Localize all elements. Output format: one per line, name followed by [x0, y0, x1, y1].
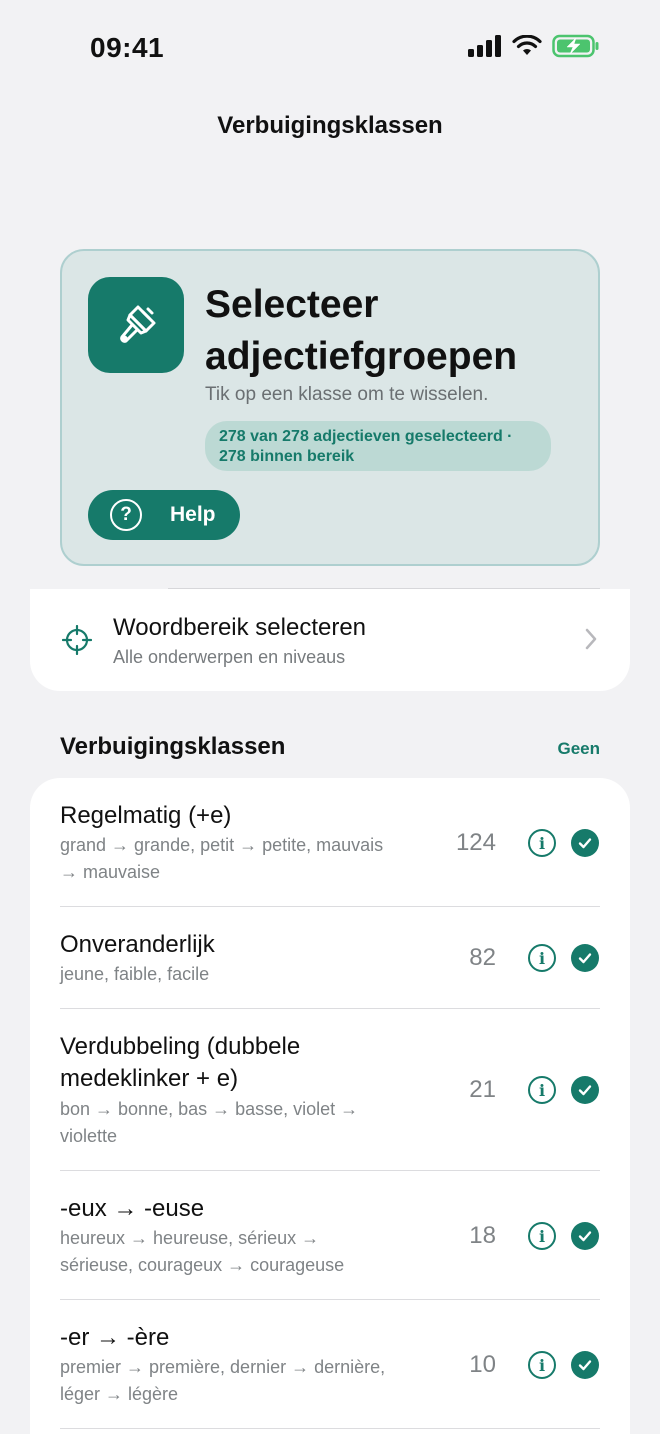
crosshair-icon	[62, 625, 92, 655]
class-count: 124	[455, 829, 496, 856]
class-title: -eux → -euse	[60, 1195, 205, 1222]
help-button[interactable]: ? Help	[88, 490, 240, 540]
class-examples: jeune, faible, facile	[60, 964, 210, 984]
class-count: 21	[469, 1076, 496, 1103]
battery-charging-icon	[552, 34, 599, 58]
class-examples: bon → bonne, bas → basse, violet → viole…	[60, 1099, 359, 1146]
hero-subtitle: Tik op een klasse om te wisselen.	[205, 384, 489, 405]
class-count: 10	[469, 1351, 496, 1378]
list-item[interactable]: Verdubbeling (dubbele medeklinker + e) b…	[30, 1009, 630, 1170]
list-item[interactable]: Onveranderlijk jeune, faible, facile 82 …	[30, 907, 630, 1008]
page-title: Verbuigingsklassen	[217, 112, 443, 139]
class-examples: heureux → heureuse, sérieux → sérieuse, …	[60, 1228, 345, 1275]
info-icon[interactable]: i	[528, 1076, 556, 1104]
list-item[interactable]: -er → -ère premier → première, dernier →…	[30, 1300, 630, 1428]
divider	[60, 1428, 600, 1429]
list-item[interactable]: -eux → -euse heureux → heureuse, sérieux…	[30, 1171, 630, 1299]
section-title: Verbuigingsklassen	[60, 733, 286, 760]
checkmark-icon[interactable]	[571, 944, 599, 972]
hero-card: Selecteer adjectiefgroepen Tik op een kl…	[60, 249, 600, 566]
selection-count-badge: 278 van 278 adjectieven geselecteerd · 2…	[205, 421, 551, 471]
deselect-all-button[interactable]: Geen	[557, 739, 600, 759]
paintbrush-icon	[88, 277, 184, 373]
checkmark-icon[interactable]	[571, 1222, 599, 1250]
word-scope-selector[interactable]: Woordbereik selecteren Alle onderwerpen …	[30, 589, 630, 691]
scope-title: Woordbereik selecteren	[113, 614, 367, 641]
info-icon[interactable]: i	[528, 1222, 556, 1250]
question-circle-icon: ?	[110, 499, 142, 531]
info-icon[interactable]: i	[528, 829, 556, 857]
checkmark-icon[interactable]	[571, 1076, 599, 1104]
checkmark-icon[interactable]	[571, 1351, 599, 1379]
hero-title: Selecteer adjectiefgroepen	[205, 283, 518, 378]
wifi-icon	[512, 35, 542, 55]
class-title: Verdubbeling (dubbele medeklinker + e)	[60, 1033, 301, 1092]
status-icons	[468, 34, 600, 58]
class-title: -er → -ère	[60, 1324, 170, 1351]
checkmark-icon[interactable]	[571, 829, 599, 857]
help-button-label: Help	[170, 503, 216, 526]
class-list: Regelmatig (+e) grand → grande, petit → …	[30, 778, 630, 1434]
scope-subtitle: Alle onderwerpen en niveaus	[113, 647, 346, 667]
class-examples: premier → première, dernier → dernière, …	[60, 1357, 386, 1404]
status-time: 09:41	[90, 32, 165, 63]
info-icon[interactable]: i	[528, 1351, 556, 1379]
info-icon[interactable]: i	[528, 944, 556, 972]
class-title: Onveranderlijk	[60, 931, 215, 958]
class-examples: grand → grande, petit → petite, mauvais …	[60, 835, 384, 882]
list-item[interactable]: Regelmatig (+e) grand → grande, petit → …	[30, 778, 630, 906]
class-title: Regelmatig (+e)	[60, 802, 232, 829]
class-count: 18	[469, 1222, 496, 1249]
cellular-signal-icon	[468, 35, 501, 57]
chevron-right-icon	[585, 628, 597, 650]
class-count: 82	[469, 944, 496, 971]
status-bar: 09:41	[0, 0, 660, 96]
